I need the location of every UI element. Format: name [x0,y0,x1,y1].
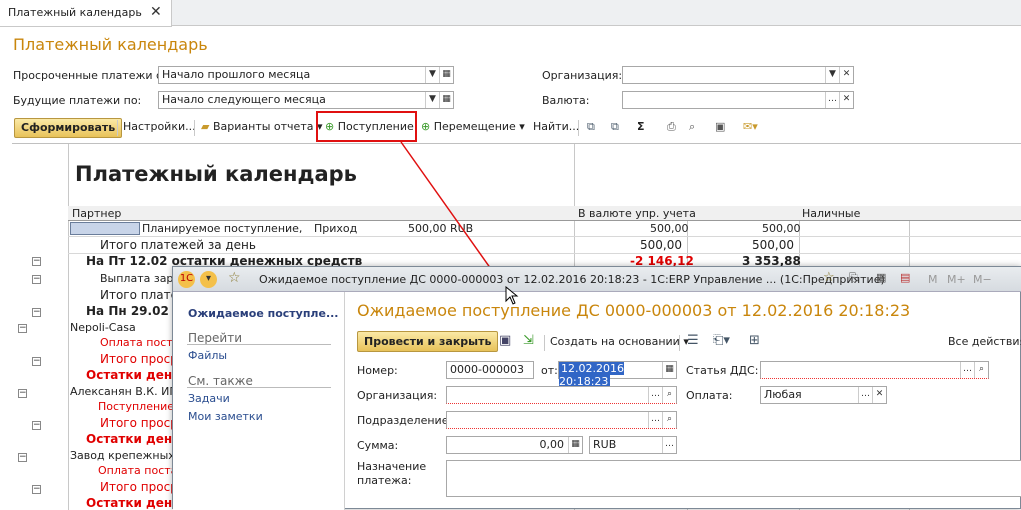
calculator-icon[interactable]: ▦ [568,437,582,453]
dept-field[interactable]: … ⌕ [446,411,677,429]
calendar-icon[interactable]: ▦ [662,362,676,378]
create-based-button[interactable]: Создать на основании ▾ [550,335,689,348]
date-field[interactable]: 12.02.2016 20:18:23 ▦ [558,361,677,388]
post-close-button[interactable]: Провести и закрыть [357,331,499,352]
dept-label: Подразделение: [357,414,453,427]
select-icon[interactable]: … [648,412,662,428]
org-field[interactable]: … ⌕ [446,386,677,404]
list-icon[interactable]: ☰ [687,333,699,348]
dds-label: Статья ДДС: [686,364,759,377]
favorite-icon[interactable]: ☆ [823,270,835,285]
select-icon[interactable]: … [960,362,974,378]
app-logo-icon: 1С [178,271,195,288]
purpose-field[interactable] [446,460,1021,497]
save-icon[interactable]: ▣ [499,333,511,348]
cursor-icon [505,286,519,305]
all-actions-button[interactable]: Все действия ▾ [948,335,1021,348]
payment-field[interactable]: Любая … ✕ [760,386,887,404]
structure-icon[interactable]: ⊞ [749,333,760,348]
purpose-label: Назначение платежа: [357,460,427,487]
org-label: Организация: [357,389,438,402]
sidebar-item-current[interactable]: Ожидаемое поступле... [188,307,339,320]
mem-minus-icon[interactable]: M− [973,273,992,286]
currency-value: RUB [593,438,617,451]
dds-field[interactable]: … ⌕ [760,361,989,379]
search-icon[interactable]: ⌕ [974,362,988,378]
select-icon[interactable]: … [858,387,872,403]
sum-label: Сумма: [357,439,399,452]
sidebar-item-notes[interactable]: Мои заметки [188,410,263,423]
payment-value: Любая [764,388,802,401]
mem-icon[interactable]: M [928,273,938,286]
document-title: Ожидаемое поступление ДС 0000-000003 от … [357,301,911,320]
link-icon[interactable]: ⎘ [849,271,858,285]
window-titlebar: 1С ▾ ☆ Ожидаемое поступление ДС 0000-000… [173,267,1021,292]
document-window: 1С ▾ ☆ Ожидаемое поступление ДС 0000-000… [172,266,1021,510]
sidebar-item-tasks[interactable]: Задачи [188,392,230,405]
window-title: Ожидаемое поступление ДС 0000-000003 от … [259,273,885,286]
number-label: Номер: [357,364,398,377]
sum-field[interactable]: 0,00 ▦ [446,436,583,454]
sidebar-item-files[interactable]: Файлы [188,349,227,362]
sum-value: 0,00 [539,438,565,451]
number-field[interactable]: 0000-000003 [446,361,534,379]
payment-label: Оплата: [686,389,733,402]
calculator-icon[interactable]: ▦ [876,271,886,284]
select-icon[interactable]: … [648,387,662,403]
date-value: 12.02.2016 20:18:23 [559,362,624,388]
sidebar-heading-goto: Перейти [188,331,242,345]
search-icon[interactable]: ⌕ [662,412,676,428]
attach-icon[interactable]: ⎗▾ [713,333,730,348]
select-icon[interactable]: … [662,437,676,453]
search-icon[interactable]: ⌕ [662,387,676,403]
calendar-icon[interactable]: ▤ [900,271,910,284]
clear-icon[interactable]: ✕ [872,387,886,403]
mem-plus-icon[interactable]: M+ [947,273,966,286]
menu-icon[interactable]: ▾ [200,271,217,288]
sidebar-heading-see: См. также [188,374,253,388]
currency-field[interactable]: RUB … [589,436,677,454]
create-based-label: Создать на основании [550,335,680,348]
all-actions-label: Все действия [948,335,1021,348]
window-sidebar: Ожидаемое поступле... Перейти Файлы См. … [173,292,345,510]
date-label: от: [541,364,558,377]
favorite-icon[interactable]: ☆ [228,270,241,286]
post-icon[interactable]: ⇲ [523,333,534,348]
